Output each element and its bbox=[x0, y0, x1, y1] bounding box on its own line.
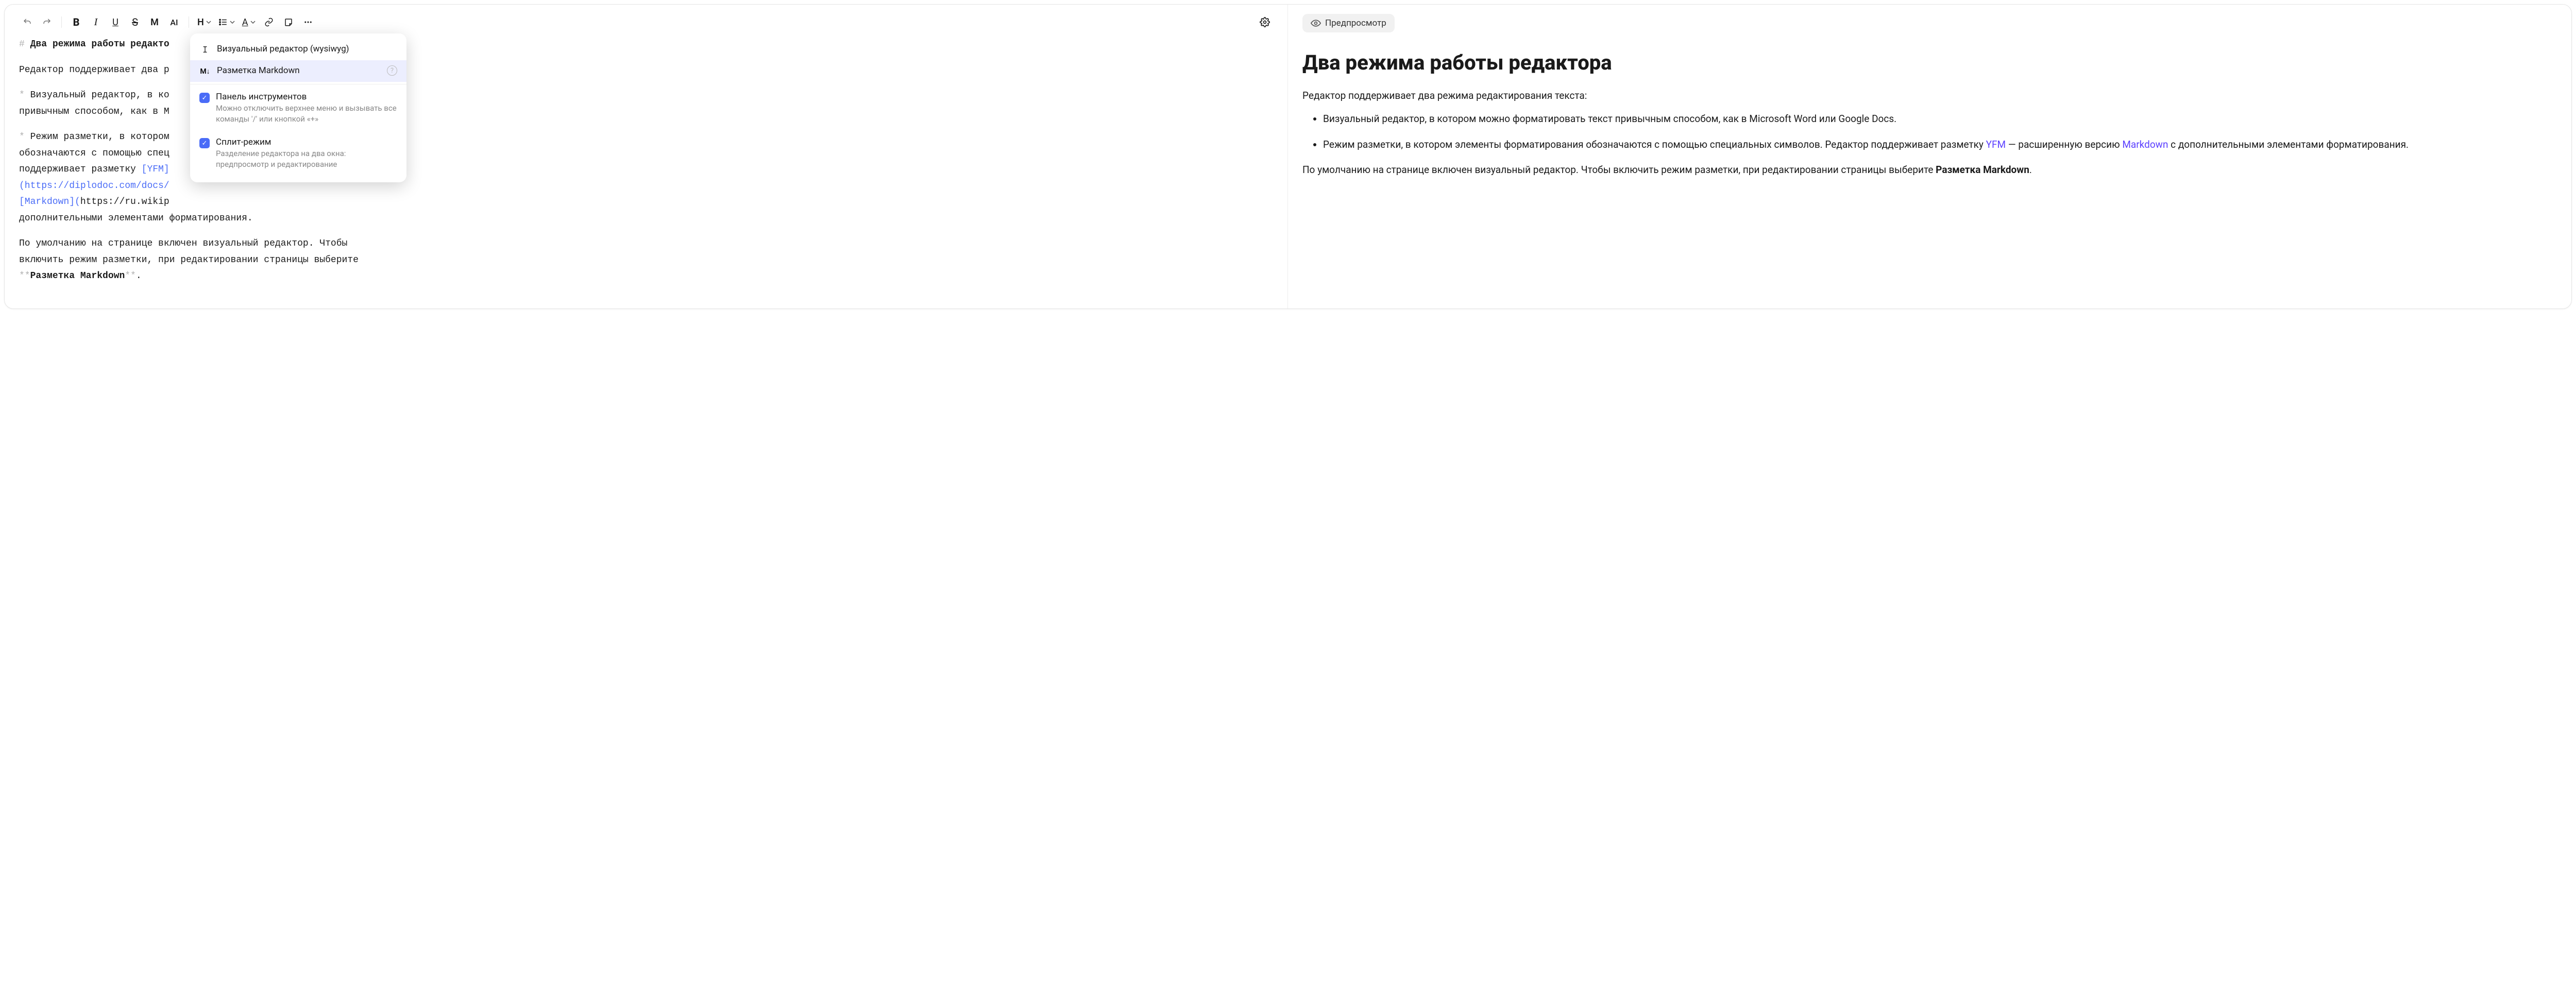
editor-link-url: (https://diplodoc.com/docs/ bbox=[19, 181, 170, 191]
markdown-icon: M↓ bbox=[199, 65, 211, 77]
toolbar-toggle-desc: Можно отключить верхнее меню и вызывать … bbox=[216, 103, 397, 125]
preview-badge-label: Предпросмотр bbox=[1325, 18, 1386, 28]
preview-heading: Два режима работы редактора bbox=[1302, 47, 2557, 79]
chevron-down-icon bbox=[250, 20, 256, 25]
editor-link-url: https://ru.wikip bbox=[80, 197, 170, 207]
ellipsis-icon bbox=[303, 18, 313, 27]
text-cursor-icon bbox=[199, 44, 211, 55]
editor-line: обозначаются с помощью спец bbox=[19, 148, 170, 159]
split-mode-option[interactable]: ✓ Сплит-режим Разделение редактора на дв… bbox=[190, 132, 406, 177]
undo-button[interactable] bbox=[19, 14, 36, 30]
bold-button[interactable]: B bbox=[68, 14, 84, 30]
preview-bold: Разметка Markdown bbox=[1936, 164, 2029, 176]
mono-button[interactable]: M bbox=[146, 14, 163, 30]
app-root: B I U S M AI H A bbox=[4, 4, 2572, 309]
underline-button[interactable]: U bbox=[107, 14, 124, 30]
help-icon[interactable]: ? bbox=[387, 65, 397, 76]
editor-line: Два режима работы редакто bbox=[30, 39, 170, 49]
preview-list-item: Визуальный редактор, в котором можно фор… bbox=[1323, 111, 2557, 126]
settings-popup: Визуальный редактор (wysiwyg) M↓ Разметк… bbox=[190, 33, 406, 182]
ai-button[interactable]: AI bbox=[166, 14, 182, 30]
toolbar-separator bbox=[61, 16, 62, 28]
mode-wysiwyg-label: Визуальный редактор (wysiwyg) bbox=[217, 44, 397, 54]
gear-icon bbox=[1260, 17, 1270, 27]
link-icon bbox=[264, 18, 274, 27]
settings-button[interactable] bbox=[1257, 14, 1273, 30]
editor-line: Разметка Markdown bbox=[30, 271, 125, 281]
preview-paragraph: Редактор поддерживает два режима редакти… bbox=[1302, 88, 2557, 103]
list-dropdown[interactable] bbox=[216, 14, 237, 30]
mode-markdown-label: Разметка Markdown bbox=[217, 65, 381, 76]
more-button[interactable] bbox=[300, 14, 316, 30]
preview-link-yfm[interactable]: YFM bbox=[1986, 139, 2006, 150]
eye-icon bbox=[1311, 18, 1321, 28]
editor-line: По умолчанию на странице включен визуаль… bbox=[19, 238, 347, 249]
editor-line: дополнительными элементами форматировани… bbox=[19, 213, 253, 224]
editor-pane: B I U S M AI H A bbox=[5, 5, 1288, 308]
editor-link-text: [Markdown]( bbox=[19, 197, 80, 207]
editor-line: привычным способом, как в M bbox=[19, 107, 170, 117]
preview-link-markdown[interactable]: Markdown bbox=[2122, 139, 2168, 150]
editor-line: поддерживает разметку bbox=[19, 164, 142, 175]
strike-button[interactable]: S bbox=[127, 14, 143, 30]
preview-pane: Предпросмотр Два режима работы редактора… bbox=[1288, 5, 2571, 308]
font-color-dropdown[interactable]: A bbox=[240, 14, 258, 30]
chevron-down-icon bbox=[206, 20, 211, 25]
checkbox-checked-icon[interactable]: ✓ bbox=[199, 93, 210, 103]
mode-markdown-option[interactable]: M↓ Разметка Markdown ? bbox=[190, 60, 406, 82]
editor-line: Режим разметки, в котором bbox=[30, 132, 170, 142]
split-mode-desc: Разделение редактора на два окна: предпр… bbox=[216, 148, 397, 170]
preview-list: Визуальный редактор, в котором можно фор… bbox=[1302, 111, 2557, 152]
preview-paragraph: По умолчанию на странице включен визуаль… bbox=[1302, 162, 2557, 177]
preview-body: Два режима работы редактора Редактор под… bbox=[1302, 47, 2557, 178]
link-button[interactable] bbox=[261, 14, 277, 30]
note-button[interactable] bbox=[280, 14, 297, 30]
undo-icon bbox=[23, 18, 32, 27]
mode-wysiwyg-option[interactable]: Визуальный редактор (wysiwyg) bbox=[190, 39, 406, 60]
toolbar-toggle-label: Панель инструментов bbox=[216, 92, 397, 102]
editor-line: Визуальный редактор, в ко bbox=[30, 90, 170, 100]
heading-dropdown[interactable]: H bbox=[195, 14, 213, 30]
list-icon bbox=[218, 18, 228, 27]
preview-list-item: Режим разметки, в котором элементы форма… bbox=[1323, 137, 2557, 152]
redo-icon bbox=[42, 18, 52, 27]
split-mode-label: Сплит-режим bbox=[216, 137, 397, 147]
redo-button[interactable] bbox=[39, 14, 55, 30]
editor-link-text: [YFM] bbox=[142, 164, 170, 175]
toolbar-toggle-option[interactable]: ✓ Панель инструментов Можно отключить ве… bbox=[190, 87, 406, 132]
editor-line: включить режим разметки, при редактирова… bbox=[19, 255, 359, 265]
note-icon bbox=[284, 18, 293, 27]
checkbox-checked-icon[interactable]: ✓ bbox=[199, 138, 210, 148]
chevron-down-icon bbox=[230, 20, 235, 25]
preview-badge: Предпросмотр bbox=[1302, 14, 1395, 32]
italic-button[interactable]: I bbox=[88, 14, 104, 30]
